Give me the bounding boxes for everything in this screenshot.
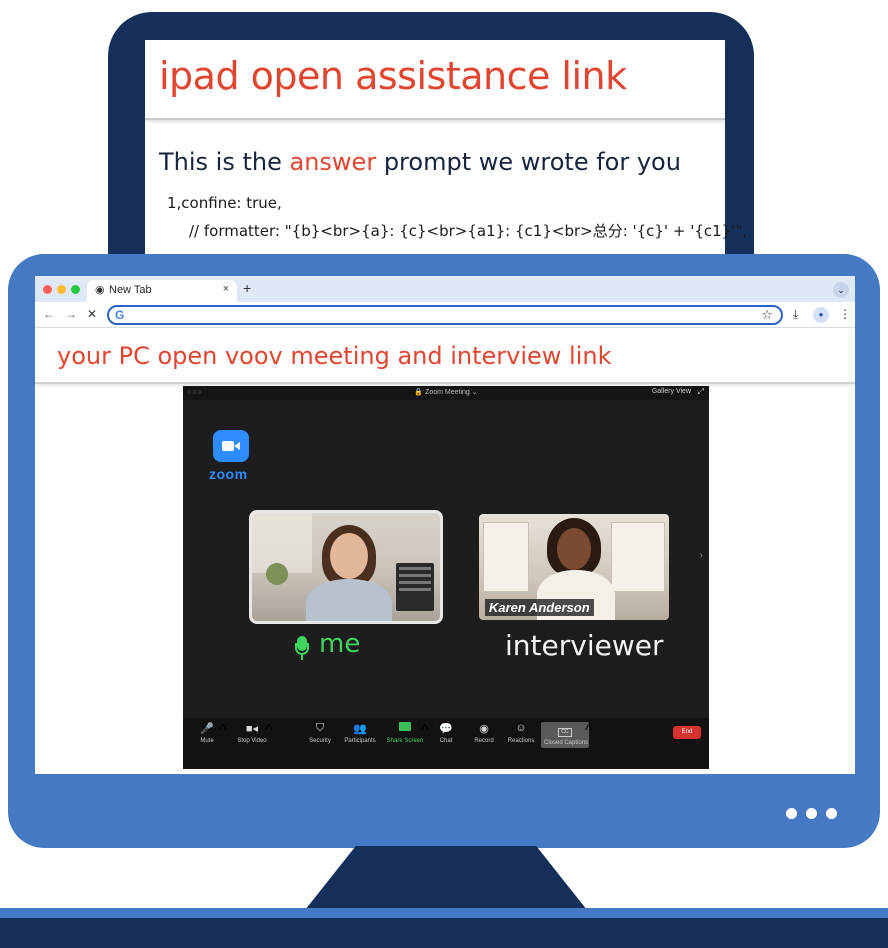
code-line-2: // formatter: "{b}<br>{a}: {c}<br>{a1}: … xyxy=(189,222,747,240)
chat-icon: 💬 xyxy=(439,723,453,735)
browser-tab-strip: ◉ New Tab × + ⌄ xyxy=(35,276,855,302)
download-icon[interactable]: ⤓ xyxy=(793,307,798,322)
shield-icon: ⛉ xyxy=(315,722,325,734)
ipad-title-bar: ipad open assistance link xyxy=(145,40,725,120)
tab-label: New Tab xyxy=(109,284,152,296)
answer-heading: This is the answer prompt we wrote for y… xyxy=(159,148,681,176)
tab-new-tab[interactable]: ◉ New Tab × xyxy=(87,280,237,302)
end-meeting-button[interactable]: End xyxy=(673,726,701,739)
bookshelf-left xyxy=(483,522,529,592)
participants-icon: 👥 xyxy=(353,723,367,735)
person-head xyxy=(557,528,591,570)
pc-title: your PC open voov meeting and interview … xyxy=(57,342,612,370)
fullscreen-icon[interactable]: ⤢ xyxy=(698,387,704,397)
stop-icon[interactable]: ✕ xyxy=(87,307,97,321)
answer-heading-highlight: answer xyxy=(289,148,377,176)
mute-button[interactable]: 🎤 Mute xyxy=(193,722,221,744)
closed-captions-icon: CC xyxy=(544,724,586,738)
bookshelf-right xyxy=(611,522,665,592)
participant-name-tag: Karen Anderson xyxy=(485,599,594,616)
audio-options-caret-icon[interactable]: ^ xyxy=(219,722,227,740)
forward-icon[interactable]: → xyxy=(65,307,77,321)
new-tab-button[interactable]: + xyxy=(243,280,251,296)
next-page-chevron-icon[interactable]: › xyxy=(700,550,703,561)
plant-decor xyxy=(266,563,288,585)
microphone-icon xyxy=(295,636,309,664)
maximize-window-icon[interactable] xyxy=(71,285,80,294)
browser-toolbar: ← → ✕ G ☆ ⤓ ● ⋮ xyxy=(35,302,855,328)
closed-captions-button[interactable]: CC Closed Captions xyxy=(541,722,589,748)
monitor-dots-icon xyxy=(786,806,846,824)
back-icon[interactable]: ← xyxy=(43,307,55,321)
address-bar[interactable]: G ☆ xyxy=(107,305,783,325)
transcript-popup xyxy=(396,563,434,611)
zoom-controls-bar: 🎤 Mute ^ ■◂ Stop Video ^ ⛉ Security 👥 Pa… xyxy=(183,718,709,769)
reactions-button[interactable]: ☺ Reactions xyxy=(505,722,537,744)
answer-heading-before: This is the xyxy=(159,148,290,176)
record-icon: ◉ xyxy=(479,723,489,735)
zoom-meeting-title: 🔒 Zoom Meeting ⌄ xyxy=(414,389,478,396)
label-me: me xyxy=(319,629,361,659)
answer-heading-after: prompt we wrote for you xyxy=(376,148,681,176)
browser-menu-icon[interactable]: ⋮ xyxy=(839,307,851,321)
zoom-wordmark: zoom xyxy=(209,466,248,482)
participants-button[interactable]: 👥 Participants xyxy=(339,722,381,744)
share-screen-button[interactable]: Share Screen xyxy=(385,722,425,744)
monitor-base-dark xyxy=(0,918,888,948)
share-options-caret-icon[interactable]: ^ xyxy=(421,722,429,740)
google-icon: G xyxy=(115,308,125,322)
zoom-meeting-window: ○○○ 🔒 Zoom Meeting ⌄ Gallery View ⤢ zoom… xyxy=(183,386,709,769)
captions-options-caret-icon[interactable]: ^ xyxy=(585,722,593,740)
reactions-icon: ☺ xyxy=(515,722,527,734)
ipad-title: ipad open assistance link xyxy=(159,54,627,98)
zoom-title-bar: ○○○ 🔒 Zoom Meeting ⌄ Gallery View ⤢ xyxy=(183,386,709,400)
chat-button[interactable]: 💬 Chat xyxy=(435,722,457,744)
label-interviewer: interviewer xyxy=(505,629,664,662)
monitor-stand xyxy=(305,846,587,910)
monitor-base-light xyxy=(0,908,888,918)
video-tile-interviewer[interactable]: Karen Anderson xyxy=(479,514,669,620)
pc-title-bar: your PC open voov meeting and interview … xyxy=(35,330,855,384)
zoom-logo-icon xyxy=(213,430,249,462)
gallery-view-button[interactable]: Gallery View xyxy=(652,388,691,395)
close-window-icon[interactable] xyxy=(43,285,52,294)
code-line-1: 1,confine: true, xyxy=(167,194,282,212)
profile-icon[interactable]: ● xyxy=(813,307,829,323)
microphone-icon: 🎤 xyxy=(200,723,214,735)
security-button[interactable]: ⛉ Security xyxy=(305,722,335,744)
chrome-favicon-icon: ◉ xyxy=(95,284,105,296)
tab-search-chevron-icon[interactable]: ⌄ xyxy=(833,282,849,298)
record-button[interactable]: ◉ Record xyxy=(471,722,497,744)
bookmark-star-icon[interactable]: ☆ xyxy=(761,307,773,323)
share-screen-icon xyxy=(385,722,425,736)
person-body xyxy=(306,579,392,621)
person-head xyxy=(330,533,368,579)
minimize-window-icon[interactable] xyxy=(57,285,66,294)
video-tile-me[interactable] xyxy=(249,510,443,624)
video-options-caret-icon[interactable]: ^ xyxy=(265,722,273,740)
pc-screen: ◉ New Tab × + ⌄ ← → ✕ G ☆ ⤓ ● ⋮ your PC … xyxy=(35,276,855,774)
tab-close-icon[interactable]: × xyxy=(223,283,229,295)
